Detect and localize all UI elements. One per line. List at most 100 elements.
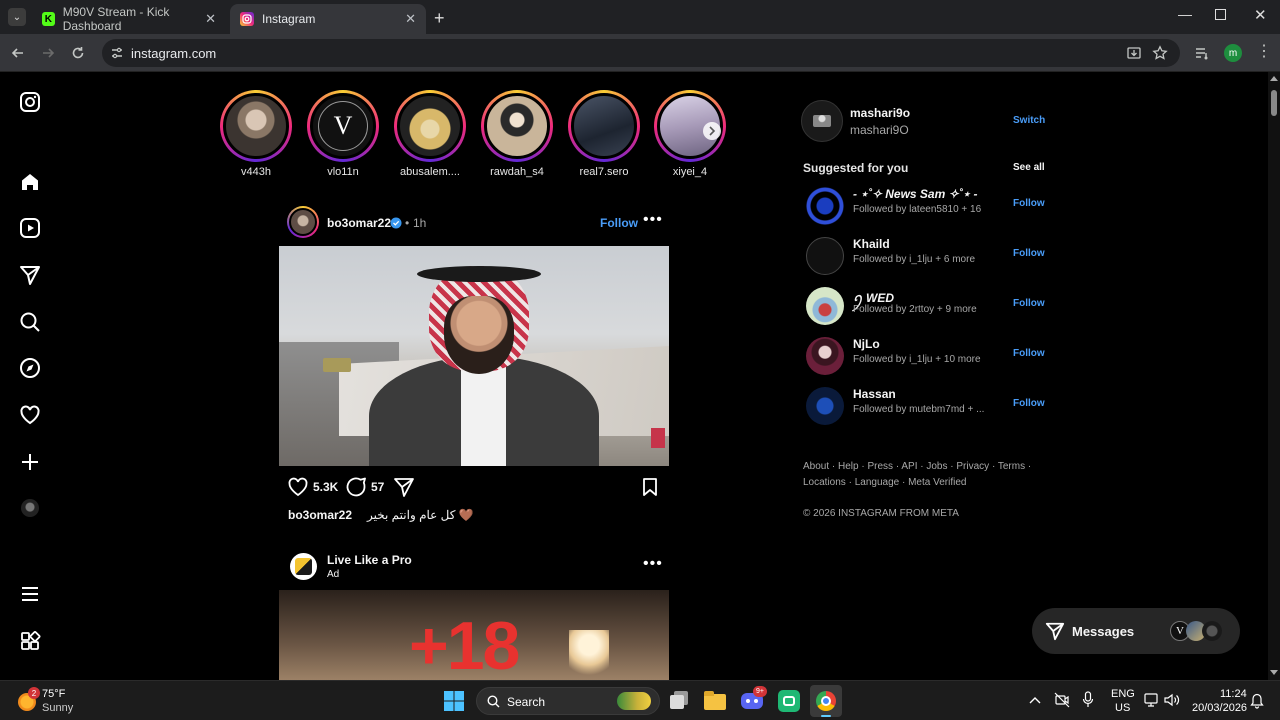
follow-button[interactable]: Follow [600, 216, 638, 230]
follow-button[interactable]: Follow [1013, 348, 1045, 359]
nav-messages[interactable] [18, 263, 42, 287]
story-item[interactable]: abusalem.... [391, 90, 469, 178]
language-region[interactable]: US [1115, 702, 1130, 714]
messages-button[interactable]: Messages V [1032, 608, 1240, 654]
caption-text: كل عام وانتم بخير 🤎 [367, 508, 474, 522]
chevron-up-icon[interactable] [1029, 695, 1041, 705]
suggested-user-row[interactable]: - ⋆˚✧ News Sam ✧˚⋆ - Followed by lateen5… [806, 187, 1046, 227]
suggested-user-row[interactable]: Khaild Followed by i_1lju + 6 more Follo… [806, 237, 1046, 277]
story-item[interactable]: real7.sero [565, 90, 643, 178]
browser-menu-button[interactable]: ⋮ [1256, 43, 1272, 61]
install-app-icon[interactable] [1126, 45, 1142, 61]
avatar [21, 499, 39, 517]
suggested-name[interactable]: NjLo [853, 337, 880, 351]
discord-button[interactable]: 9+ [741, 686, 767, 712]
weather-widget[interactable]: 2 75°F Sunny [16, 687, 106, 715]
search-icon [20, 312, 40, 332]
profile-avatar-button[interactable]: m [1224, 44, 1242, 62]
tab-search-button[interactable]: ⌄ [8, 8, 26, 26]
see-all-link[interactable]: See all [1013, 162, 1045, 173]
bookmark-star-icon[interactable] [1152, 45, 1168, 61]
instagram-logo[interactable] [18, 90, 42, 114]
caption-username[interactable]: bo3omar22 [288, 508, 352, 522]
post-image[interactable] [279, 246, 669, 466]
chevron-right-icon [709, 126, 716, 136]
scrollbar-thumb[interactable] [1271, 90, 1277, 116]
language-label[interactable]: ENG [1111, 688, 1135, 700]
nav-search[interactable] [18, 310, 42, 334]
tab-kick-dashboard[interactable]: K M90V Stream - Kick Dashboard ✕ [32, 4, 226, 34]
page-scrollbar[interactable] [1268, 72, 1280, 680]
close-icon[interactable]: ✕ [205, 11, 216, 27]
forward-button[interactable] [38, 43, 58, 63]
share-icon[interactable] [393, 476, 415, 498]
switch-account-button[interactable]: Switch [1013, 115, 1045, 126]
webcam-off-icon[interactable] [1054, 692, 1070, 708]
nav-notifications[interactable] [18, 403, 42, 427]
ad-avatar[interactable] [290, 553, 317, 580]
stories-next-button[interactable] [703, 122, 721, 140]
tab-instagram[interactable]: Instagram ✕ [230, 4, 426, 34]
post-username[interactable]: bo3omar22 [327, 216, 391, 230]
browser-tab-bar: ⌄ K M90V Stream - Kick Dashboard ✕ Insta… [0, 0, 1280, 34]
site-settings-icon[interactable] [110, 46, 124, 60]
notification-bell-icon[interactable] [1250, 693, 1264, 709]
footer-links[interactable]: About · Help · Press · API · Jobs · Priv… [803, 461, 1031, 472]
kick-app-button[interactable] [778, 690, 800, 712]
network-icon[interactable] [1144, 693, 1160, 707]
more-options-icon[interactable]: ••• [643, 211, 663, 229]
clock-date[interactable]: 20/03/2026 [1192, 702, 1247, 714]
like-heart-icon[interactable] [287, 476, 309, 498]
suggested-name[interactable]: Khaild [853, 237, 890, 251]
microphone-icon[interactable] [1082, 691, 1094, 709]
suggested-name[interactable]: Hassan [853, 387, 896, 401]
suggested-name[interactable]: - ⋆˚✧ News Sam ✧˚⋆ - [853, 187, 977, 201]
ad-image[interactable]: +18 [279, 590, 669, 680]
scroll-down-arrow[interactable] [1270, 670, 1278, 675]
nav-more[interactable] [18, 582, 42, 606]
story-item[interactable]: V vlo11n [304, 90, 382, 178]
minimize-button[interactable]: — [1178, 6, 1192, 22]
follow-button[interactable]: Follow [1013, 298, 1045, 309]
post-avatar[interactable] [287, 206, 319, 238]
back-button[interactable] [8, 43, 28, 63]
suggested-user-row[interactable]: ꪆ WED Followed by 2rttoy + 9 more Follow [806, 287, 1046, 327]
reload-button[interactable] [68, 43, 88, 63]
scroll-up-arrow[interactable] [1270, 76, 1278, 81]
chrome-button[interactable] [810, 685, 842, 717]
close-icon[interactable]: ✕ [405, 11, 416, 27]
story-item[interactable]: rawdah_s4 [478, 90, 556, 178]
nav-explore[interactable] [18, 356, 42, 380]
clock-time[interactable]: 11:24 [1220, 688, 1247, 700]
close-window-button[interactable]: ✕ [1254, 6, 1267, 24]
save-bookmark-icon[interactable] [639, 476, 661, 498]
volume-icon[interactable] [1164, 693, 1180, 707]
nav-home[interactable] [18, 170, 42, 194]
nav-reels[interactable] [18, 216, 42, 240]
more-options-icon[interactable]: ••• [643, 555, 663, 573]
restore-button[interactable] [1215, 9, 1226, 20]
address-bar[interactable]: instagram.com [102, 39, 1180, 67]
follow-button[interactable]: Follow [1013, 398, 1045, 409]
nav-create[interactable] [18, 450, 42, 474]
follow-button[interactable]: Follow [1013, 198, 1045, 209]
start-button[interactable] [444, 691, 464, 711]
follow-button[interactable]: Follow [1013, 248, 1045, 259]
story-item[interactable]: v443h [217, 90, 295, 178]
comment-icon[interactable] [345, 476, 367, 498]
current-user-avatar[interactable] [801, 100, 843, 142]
taskbar-search[interactable]: Search [476, 687, 660, 715]
footer-links[interactable]: Locations · Language · Meta Verified [803, 477, 966, 488]
thobe [461, 364, 506, 466]
avatar [806, 387, 844, 425]
nav-profile[interactable] [18, 496, 42, 520]
media-controls-icon[interactable] [1194, 45, 1210, 61]
current-username[interactable]: mashari9o [850, 106, 910, 120]
new-tab-button[interactable]: + [434, 8, 445, 29]
suggested-user-row[interactable]: Hassan Followed by mutebm7md + ... Follo… [806, 387, 1046, 427]
suggested-user-row[interactable]: NjLo Followed by i_1lju + 10 more Follow [806, 337, 1046, 377]
ad-name[interactable]: Live Like a Pro [327, 553, 412, 567]
nav-also-from-meta[interactable] [18, 629, 42, 653]
task-view-button[interactable] [670, 691, 690, 709]
file-explorer-button[interactable] [704, 691, 726, 711]
